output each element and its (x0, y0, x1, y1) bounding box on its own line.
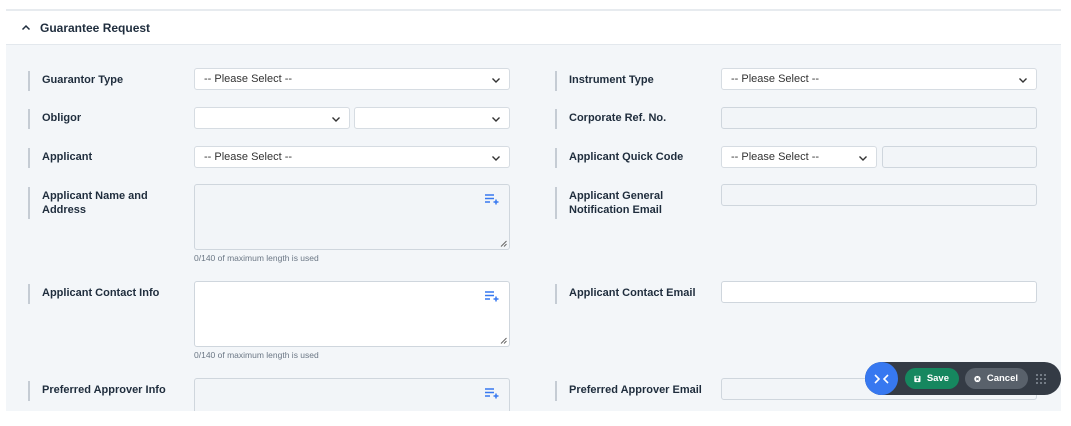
guarantor-type-select[interactable]: -- Please Select -- (194, 68, 510, 90)
corporate-ref-label: Corporate Ref. No. (555, 109, 666, 129)
section-header[interactable]: Guarantee Request (6, 11, 1061, 45)
cancel-label: Cancel (986, 373, 1018, 384)
floating-action-toolbar: Save Cancel (865, 362, 1061, 395)
applicant-value: -- Please Select -- (204, 151, 293, 163)
save-button[interactable]: Save (905, 368, 959, 389)
applicant-quick-code-value: -- Please Select -- (731, 151, 820, 163)
collapse-chevrons-icon (873, 373, 889, 384)
corporate-ref-input[interactable] (721, 107, 1037, 129)
preferred-approver-info-label: Preferred Approver Info (28, 381, 166, 401)
guarantor-type-label: Guarantor Type (28, 71, 123, 91)
obligor-label: Obligor (28, 109, 81, 129)
resize-handle-icon[interactable] (500, 240, 507, 247)
add-text-icon[interactable] (485, 193, 499, 205)
collapse-toolbar-button[interactable] (865, 362, 898, 395)
chevron-up-icon[interactable] (20, 22, 32, 34)
chevron-down-icon (1018, 75, 1028, 85)
applicant-name-address-textarea[interactable] (194, 184, 510, 250)
applicant-quick-code-label: Applicant Quick Code (555, 148, 683, 168)
section-title: Guarantee Request (40, 20, 151, 35)
applicant-name-address-counter: 0/140 of maximum length is used (194, 253, 319, 263)
add-text-icon[interactable] (485, 387, 499, 399)
applicant-quick-code-select[interactable]: -- Please Select -- (721, 146, 877, 168)
floppy-disk-icon (914, 375, 921, 382)
save-label: Save (926, 373, 949, 384)
instrument-type-value: -- Please Select -- (731, 73, 820, 85)
chevron-down-icon (858, 153, 868, 163)
chevron-down-icon (491, 75, 501, 85)
instrument-type-label: Instrument Type (555, 71, 654, 91)
obligor-select-1[interactable] (194, 107, 350, 129)
applicant-select[interactable]: -- Please Select -- (194, 146, 510, 168)
chevron-down-icon (331, 114, 341, 124)
resize-handle-icon[interactable] (500, 337, 507, 344)
instrument-type-select[interactable]: -- Please Select -- (721, 68, 1037, 90)
applicant-contact-info-counter: 0/140 of maximum length is used (194, 350, 319, 360)
add-text-icon[interactable] (485, 290, 499, 302)
applicant-label: Applicant (28, 148, 92, 168)
close-circle-icon (974, 375, 981, 382)
applicant-contact-email-label: Applicant Contact Email (555, 284, 696, 304)
applicant-general-email-input[interactable] (721, 184, 1037, 206)
applicant-contact-info-textarea[interactable] (194, 281, 510, 347)
applicant-general-email-label: Applicant General Notification Email (555, 187, 695, 219)
cancel-button[interactable]: Cancel (965, 368, 1028, 389)
chevron-down-icon (491, 114, 501, 124)
applicant-quick-code-input[interactable] (882, 146, 1037, 168)
guarantee-request-panel: Guarantee Request Guarantor Type -- Plea… (6, 9, 1061, 411)
applicant-name-address-label: Applicant Name and Address (28, 187, 178, 219)
drag-handle-icon[interactable] (1035, 373, 1047, 385)
applicant-contact-email-input[interactable] (721, 281, 1037, 303)
chevron-down-icon (491, 153, 501, 163)
preferred-approver-info-textarea[interactable] (194, 378, 510, 411)
guarantor-type-value: -- Please Select -- (204, 73, 293, 85)
applicant-contact-info-label: Applicant Contact Info (28, 284, 159, 304)
preferred-approver-email-label: Preferred Approver Email (555, 381, 702, 401)
obligor-select-2[interactable] (354, 107, 510, 129)
